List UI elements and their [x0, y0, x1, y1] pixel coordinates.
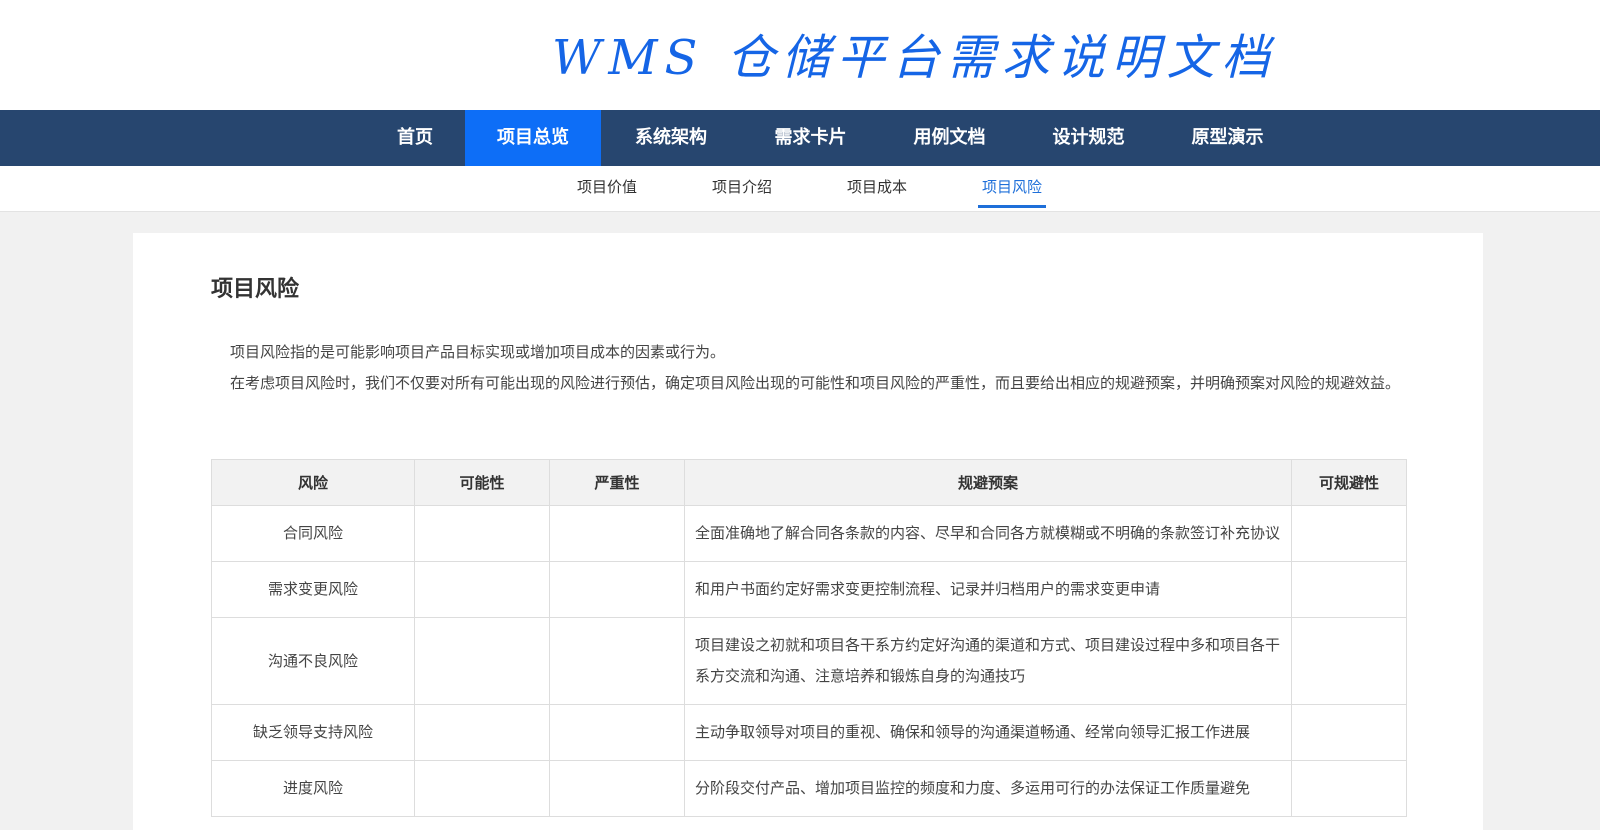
cell-severity	[549, 561, 685, 618]
cell-plan: 和用户书面约定好需求变更控制流程、记录并归档用户的需求变更申请	[684, 561, 1292, 618]
nav-item-requirement-cards[interactable]: 需求卡片	[741, 110, 880, 166]
cell-likelihood	[414, 561, 550, 618]
column-header-plan: 规避预案	[684, 459, 1292, 506]
risk-table: 风险 可能性 严重性 规避预案 可规避性 合同风险 全面准确地了解合同各条款的内…	[211, 459, 1407, 817]
table-header-row: 风险 可能性 严重性 规避预案 可规避性	[211, 459, 1407, 506]
cell-risk: 需求变更风险	[211, 561, 415, 618]
cell-avoidability	[1291, 760, 1407, 817]
cell-plan: 主动争取领导对项目的重视、确保和领导的沟通渠道畅通、经常向领导汇报工作进展	[684, 704, 1292, 761]
cell-avoidability	[1291, 617, 1407, 705]
nav-item-use-case-docs[interactable]: 用例文档	[880, 110, 1019, 166]
column-header-severity: 严重性	[549, 459, 685, 506]
cell-avoidability	[1291, 561, 1407, 618]
cell-plan: 全面准确地了解合同各条款的内容、尽早和合同各方就模糊或不明确的条款签订补充协议	[684, 505, 1292, 562]
subnav-item-project-value[interactable]: 项目价值	[573, 166, 641, 212]
cell-avoidability	[1291, 505, 1407, 562]
column-header-avoidability: 可规避性	[1291, 459, 1407, 506]
cell-likelihood	[414, 704, 550, 761]
site-title: WMS 仓储平台需求说明文档	[552, 30, 1277, 86]
cell-likelihood	[414, 505, 550, 562]
table-row: 合同风险 全面准确地了解合同各条款的内容、尽早和合同各方就模糊或不明确的条款签订…	[211, 505, 1407, 562]
site-header: WMS 仓储平台需求说明文档	[0, 0, 1600, 110]
intro-paragraph: 在考虑项目风险时，我们不仅要对所有可能出现的风险进行预估，确定项目风险出现的可能…	[230, 374, 1401, 392]
subnav-item-project-risk[interactable]: 项目风险	[978, 166, 1046, 212]
table-row: 需求变更风险 和用户书面约定好需求变更控制流程、记录并归档用户的需求变更申请	[211, 561, 1407, 618]
cell-risk: 进度风险	[211, 760, 415, 817]
cell-risk: 沟通不良风险	[211, 617, 415, 705]
intro-text: 项目风险指的是可能影响项目产品目标实现或增加项目成本的因素或行为。 在考虑项目风…	[211, 337, 1407, 399]
content-card: 项目风险 项目风险指的是可能影响项目产品目标实现或增加项目成本的因素或行为。 在…	[133, 233, 1483, 830]
page-title: 项目风险	[211, 277, 300, 302]
column-header-likelihood: 可能性	[414, 459, 550, 506]
nav-item-home[interactable]: 首页	[360, 110, 470, 166]
cell-avoidability	[1291, 704, 1407, 761]
cell-severity	[549, 704, 685, 761]
cell-likelihood	[414, 760, 550, 817]
main-nav: 首页 项目总览 系统架构 需求卡片 用例文档 设计规范 原型演示	[0, 110, 1600, 166]
cell-plan: 分阶段交付产品、增加项目监控的频度和力度、多运用可行的办法保证工作质量避免	[684, 760, 1292, 817]
subnav-item-project-cost[interactable]: 项目成本	[843, 166, 911, 212]
cell-risk: 缺乏领导支持风险	[211, 704, 415, 761]
cell-plan: 项目建设之初就和项目各干系方约定好沟通的渠道和方式、项目建设过程中多和项目各干系…	[684, 617, 1292, 705]
intro-paragraph: 项目风险指的是可能影响项目产品目标实现或增加项目成本的因素或行为。	[230, 343, 726, 361]
nav-item-prototype-demo[interactable]: 原型演示	[1158, 110, 1297, 166]
cell-severity	[549, 505, 685, 562]
nav-item-system-architecture[interactable]: 系统架构	[601, 110, 741, 166]
nav-item-project-overview[interactable]: 项目总览	[465, 110, 601, 166]
cell-likelihood	[414, 617, 550, 705]
table-row: 缺乏领导支持风险 主动争取领导对项目的重视、确保和领导的沟通渠道畅通、经常向领导…	[211, 704, 1407, 761]
table-row: 进度风险 分阶段交付产品、增加项目监控的频度和力度、多运用可行的办法保证工作质量…	[211, 760, 1407, 817]
cell-risk: 合同风险	[211, 505, 415, 562]
cell-severity	[549, 760, 685, 817]
cell-severity	[549, 617, 685, 705]
column-header-risk: 风险	[211, 459, 415, 506]
subnav-item-project-intro[interactable]: 项目介绍	[708, 166, 776, 212]
table-row: 沟通不良风险 项目建设之初就和项目各干系方约定好沟通的渠道和方式、项目建设过程中…	[211, 617, 1407, 705]
sub-nav: 项目价值 项目介绍 项目成本 项目风险	[0, 166, 1600, 212]
nav-item-design-specs[interactable]: 设计规范	[1019, 110, 1158, 166]
